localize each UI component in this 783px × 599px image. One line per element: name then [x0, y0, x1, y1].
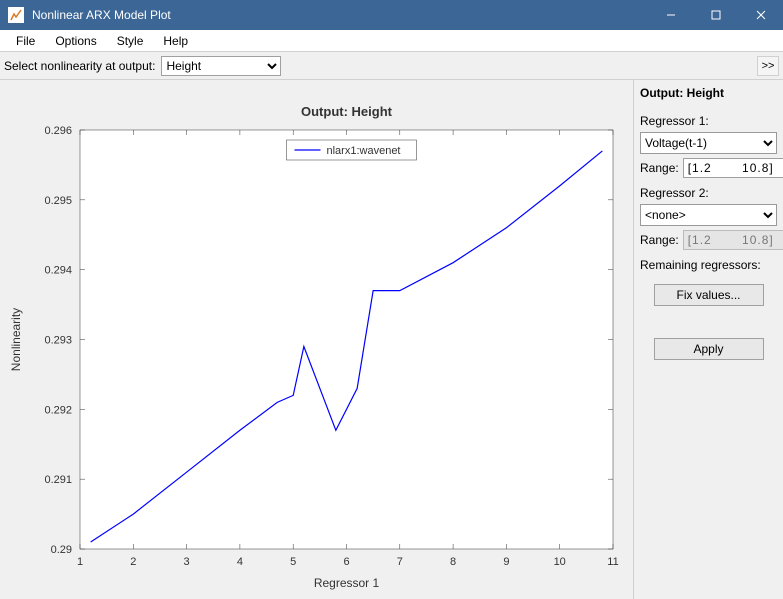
- svg-text:9: 9: [503, 556, 509, 568]
- maximize-button[interactable]: [693, 0, 738, 30]
- body-area: 1 2 3 4 5 6 7 8 9 10 11 0.29 0.291 0.292 0.293 0.294 0.2…: [0, 80, 783, 599]
- svg-text:4: 4: [237, 556, 243, 568]
- svg-text:0.291: 0.291: [44, 474, 72, 486]
- menu-help[interactable]: Help: [153, 32, 198, 50]
- svg-text:7: 7: [397, 556, 403, 568]
- regressor1-range-label: Range:: [640, 161, 679, 175]
- svg-text:3: 3: [184, 556, 190, 568]
- svg-text:Output: Height: Output: Height: [301, 104, 393, 119]
- plot-area[interactable]: 1 2 3 4 5 6 7 8 9 10 11 0.29 0.291 0.292 0.293 0.294 0.2…: [0, 80, 633, 599]
- titlebar: Nonlinear ARX Model Plot: [0, 0, 783, 30]
- svg-text:6: 6: [343, 556, 349, 568]
- svg-text:0.294: 0.294: [44, 265, 72, 277]
- menubar: File Options Style Help: [0, 30, 783, 52]
- apply-button[interactable]: Apply: [654, 338, 764, 360]
- regressor1-label: Regressor 1:: [640, 106, 777, 132]
- svg-text:0.29: 0.29: [51, 544, 72, 556]
- output-select-label: Select nonlinearity at output:: [4, 59, 155, 73]
- svg-text:Regressor 1: Regressor 1: [314, 576, 380, 590]
- regressor1-range-input[interactable]: [683, 158, 783, 178]
- svg-text:0.295: 0.295: [44, 195, 72, 207]
- svg-text:0.293: 0.293: [44, 335, 72, 347]
- svg-text:0.292: 0.292: [44, 404, 72, 416]
- svg-text:10: 10: [554, 556, 566, 568]
- regressor1-select[interactable]: Voltage(t-1): [640, 132, 777, 154]
- svg-text:Nonlinearity: Nonlinearity: [9, 308, 23, 371]
- svg-text:8: 8: [450, 556, 456, 568]
- menu-options[interactable]: Options: [45, 32, 106, 50]
- regressor2-range-label: Range:: [640, 233, 679, 247]
- regressor2-label: Regressor 2:: [640, 178, 777, 204]
- app-icon: [8, 7, 24, 23]
- chart: 1 2 3 4 5 6 7 8 9 10 11 0.29 0.291 0.292 0.293 0.294 0.2…: [0, 80, 633, 599]
- close-button[interactable]: [738, 0, 783, 30]
- expand-button[interactable]: >>: [757, 56, 779, 76]
- window-title: Nonlinear ARX Model Plot: [32, 8, 648, 22]
- minimize-button[interactable]: [648, 0, 693, 30]
- regressor2-range-input: [683, 230, 783, 250]
- svg-text:0.296: 0.296: [44, 125, 72, 137]
- toolbar: Select nonlinearity at output: Height >>: [0, 52, 783, 80]
- svg-text:11: 11: [607, 556, 618, 568]
- remaining-regressors-label: Remaining regressors:: [640, 250, 777, 276]
- svg-text:2: 2: [130, 556, 136, 568]
- svg-text:1: 1: [77, 556, 83, 568]
- regressor2-select[interactable]: <none>: [640, 204, 777, 226]
- svg-text:nlarx1:wavenet: nlarx1:wavenet: [327, 145, 401, 157]
- menu-file[interactable]: File: [6, 32, 45, 50]
- svg-text:5: 5: [290, 556, 296, 568]
- side-panel: Output: Height Regressor 1: Voltage(t-1)…: [633, 80, 783, 599]
- side-panel-title: Output: Height: [640, 84, 777, 106]
- fix-values-button[interactable]: Fix values...: [654, 284, 764, 306]
- output-select[interactable]: Height: [161, 56, 281, 76]
- menu-style[interactable]: Style: [107, 32, 154, 50]
